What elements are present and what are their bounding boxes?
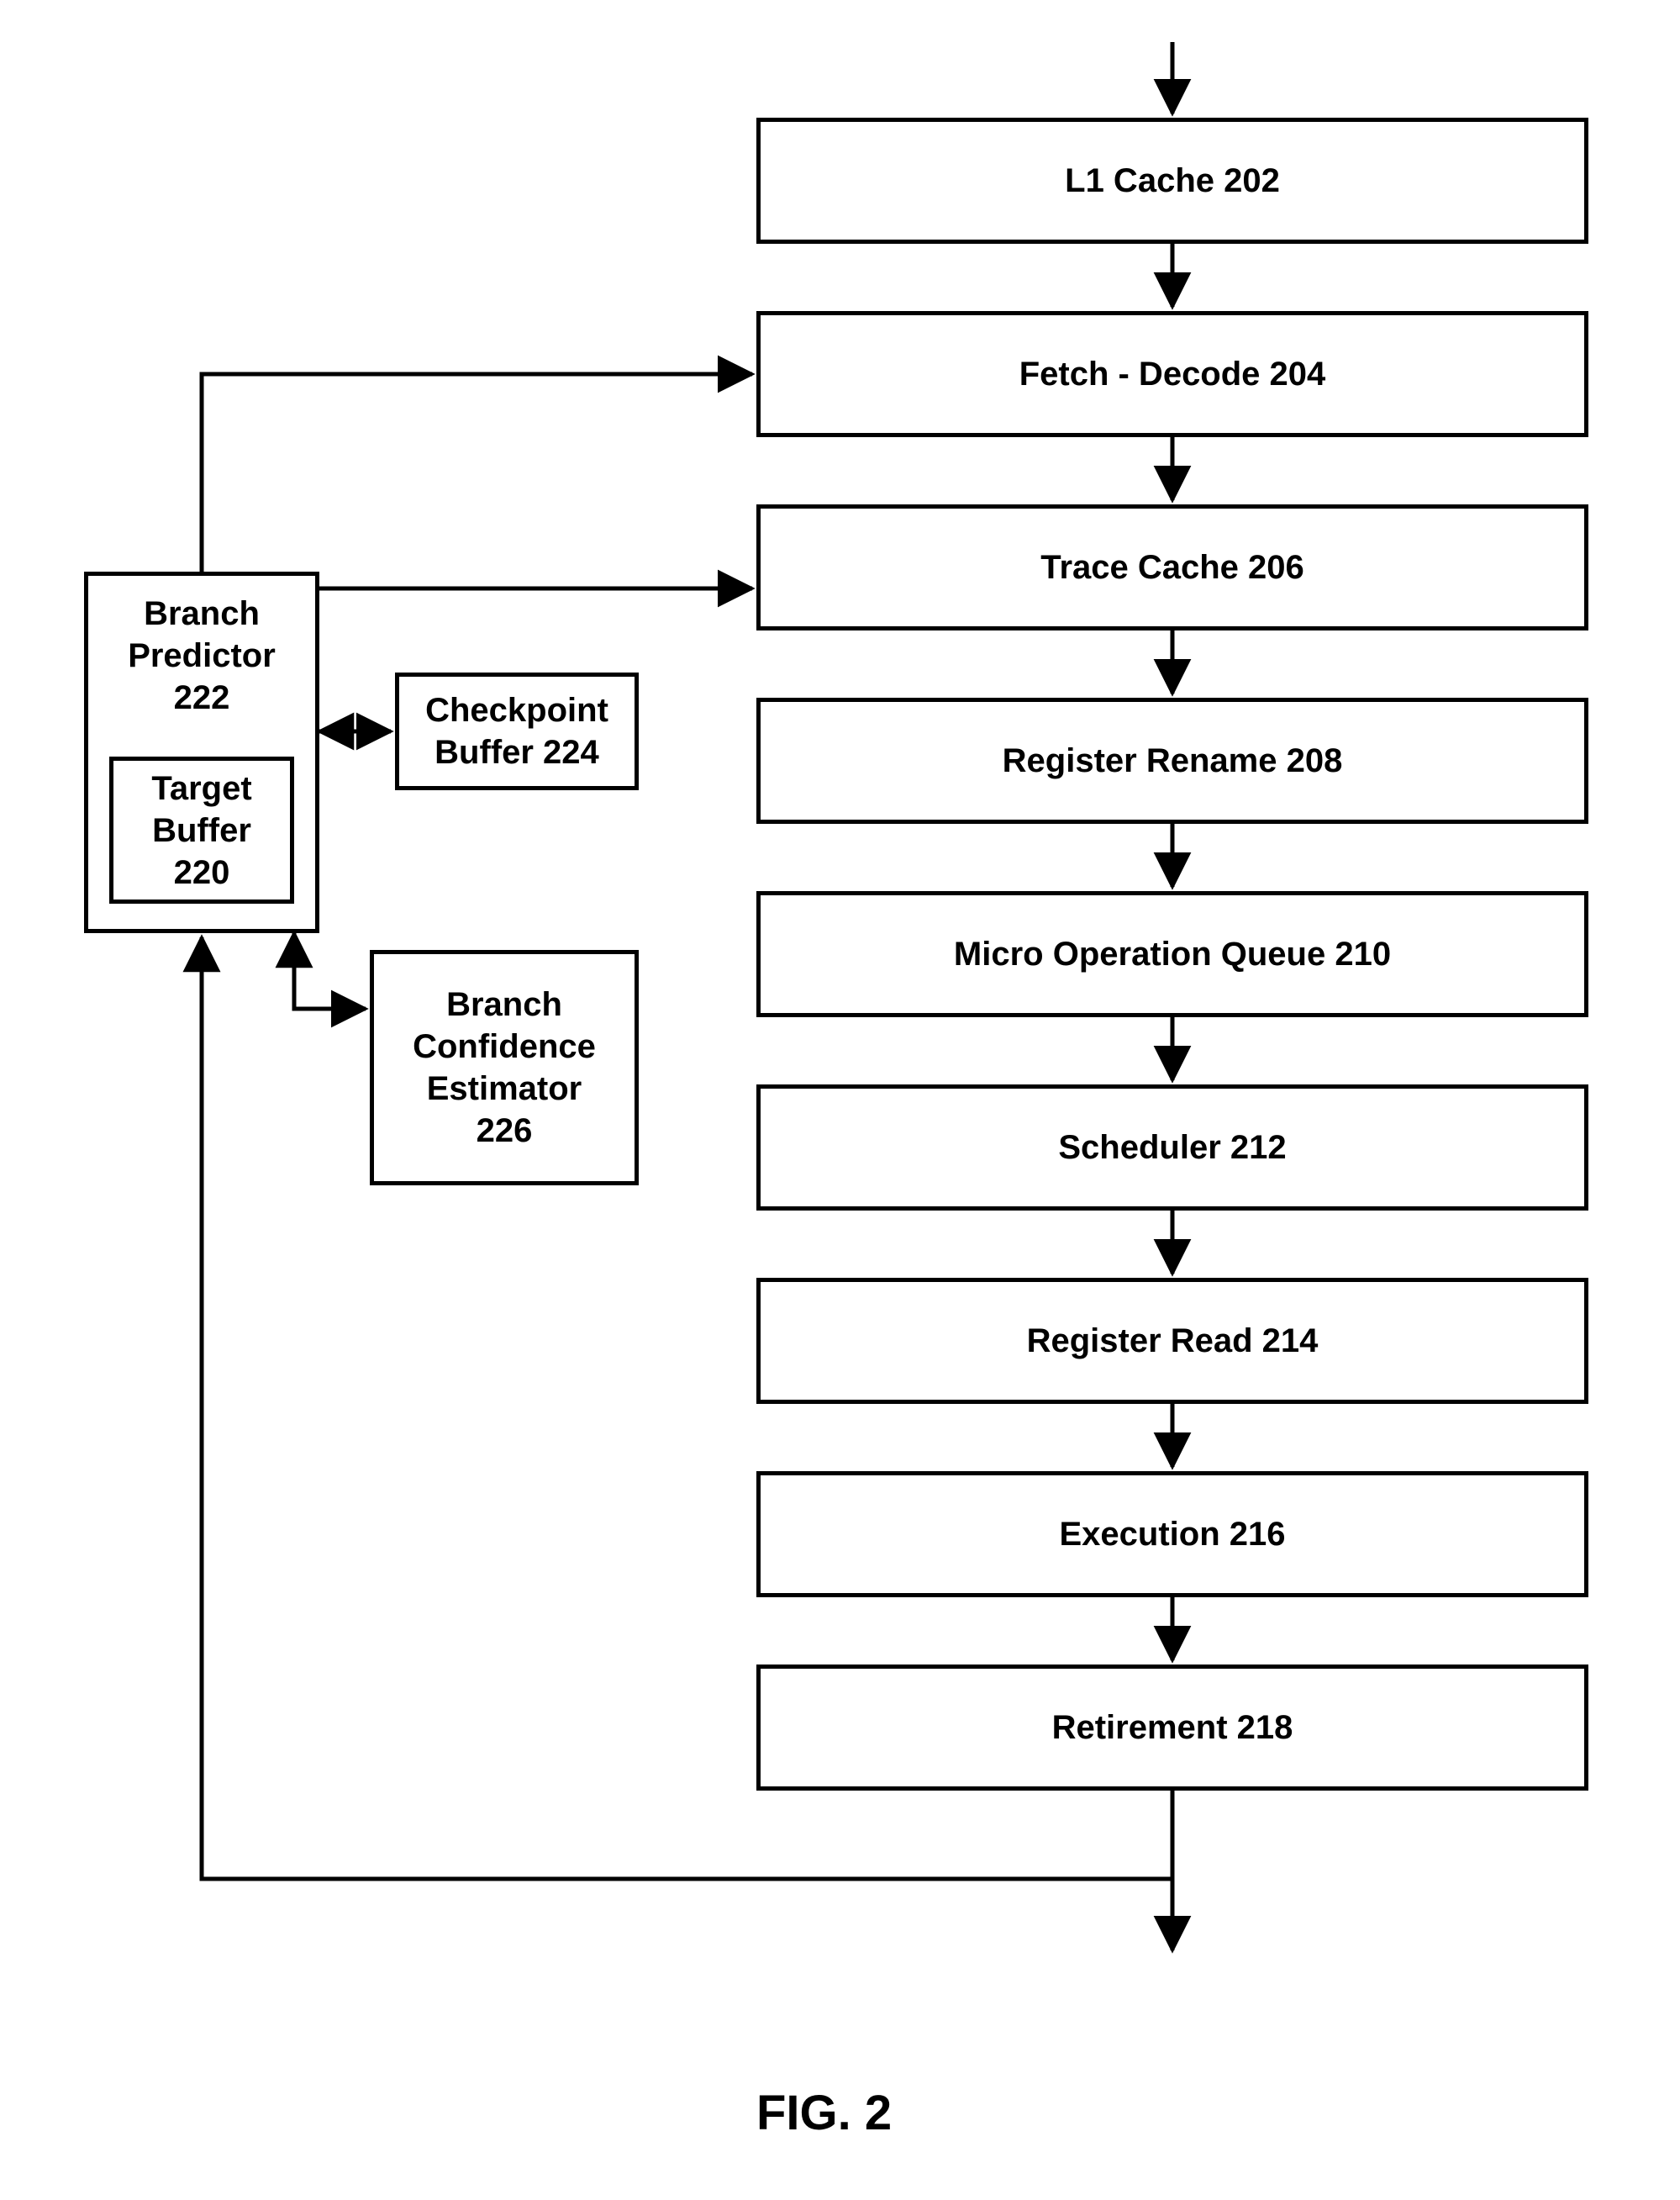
label-trace-cache: Trace Cache 206 xyxy=(1024,546,1321,588)
label-l1-cache: L1 Cache 202 xyxy=(1048,160,1297,202)
box-fetch-decode: Fetch - Decode 204 xyxy=(756,311,1588,437)
label-scheduler: Scheduler 212 xyxy=(1041,1126,1303,1169)
label-checkpoint-buffer: Checkpoint Buffer 224 xyxy=(408,689,625,773)
label-branch-predictor: Branch Predictor 222 xyxy=(111,593,292,719)
label-fetch-decode: Fetch - Decode 204 xyxy=(1003,353,1343,395)
box-target-buffer: Target Buffer 220 xyxy=(109,757,294,904)
box-trace-cache: Trace Cache 206 xyxy=(756,504,1588,630)
box-checkpoint-buffer: Checkpoint Buffer 224 xyxy=(395,673,639,790)
box-execution: Execution 216 xyxy=(756,1471,1588,1597)
box-l1-cache: L1 Cache 202 xyxy=(756,118,1588,244)
label-retirement: Retirement 218 xyxy=(1035,1707,1310,1749)
figure-label: FIG. 2 xyxy=(756,2085,892,2141)
box-micro-op-queue: Micro Operation Queue 210 xyxy=(756,891,1588,1017)
label-target-buffer: Target Buffer 220 xyxy=(134,768,268,894)
label-execution: Execution 216 xyxy=(1042,1513,1302,1555)
box-scheduler: Scheduler 212 xyxy=(756,1084,1588,1211)
label-micro-op-queue: Micro Operation Queue 210 xyxy=(937,933,1408,975)
label-register-rename: Register Rename 208 xyxy=(986,740,1360,782)
diagram-canvas: L1 Cache 202 Fetch - Decode 204 Trace Ca… xyxy=(0,0,1680,2200)
box-branch-conf-est: Branch Confidence Estimator 226 xyxy=(370,950,639,1185)
label-branch-conf-est: Branch Confidence Estimator 226 xyxy=(396,984,613,1152)
box-register-rename: Register Rename 208 xyxy=(756,698,1588,824)
box-retirement: Retirement 218 xyxy=(756,1665,1588,1791)
label-register-read: Register Read 214 xyxy=(1010,1320,1335,1362)
box-register-read: Register Read 214 xyxy=(756,1278,1588,1404)
